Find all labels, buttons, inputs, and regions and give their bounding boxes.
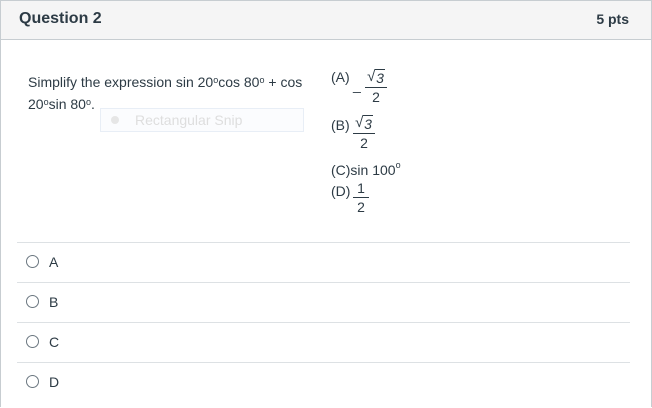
snip-label: Rectangular Snip (135, 112, 243, 128)
question-points: 5 pts (596, 11, 629, 27)
degree-mark: o (85, 97, 91, 107)
choice-a-numerator: √ 3 (365, 68, 387, 88)
question-card: Question 2 5 pts Simplify the expression… (0, 0, 652, 407)
answer-label[interactable]: B (49, 294, 58, 310)
answer-option-d[interactable]: D (17, 362, 630, 402)
choice-a-fraction: √ 3 2 (365, 68, 387, 106)
choice-d-numerator: 1 (353, 179, 369, 198)
question-header: Question 2 5 pts (1, 1, 651, 40)
choice-c-label: (C)sin 100 (331, 162, 396, 178)
choice-b-label: (B) (331, 117, 350, 133)
answer-label[interactable]: A (49, 254, 58, 270)
answer-label[interactable]: C (49, 334, 59, 350)
choice-d-label: (D) (331, 183, 351, 199)
radio-button[interactable] (26, 255, 39, 268)
radio-button[interactable] (26, 375, 39, 388)
answer-option-a[interactable]: A (17, 242, 630, 282)
prompt-text-4: 20 (28, 96, 44, 112)
prompt-text-5: sin 80 (48, 96, 86, 112)
answer-label[interactable]: D (49, 374, 59, 390)
choice-b: (B) (331, 117, 350, 133)
radicand: 3 (363, 115, 373, 132)
choice-b-numerator: √ 3 (353, 114, 375, 134)
sqrt-symbol: √ 3 (355, 114, 373, 132)
answer-option-c[interactable]: C (17, 322, 630, 362)
prompt-text-3: + cos (264, 74, 303, 90)
radio-dot-icon (111, 116, 119, 124)
radio-button[interactable] (26, 335, 39, 348)
prompt-text-1: Simplify the expression sin 20 (28, 74, 214, 90)
choice-d-denominator: 2 (357, 199, 365, 215)
degree-mark: o (395, 160, 401, 170)
choice-a: (A) (331, 69, 350, 85)
sqrt-symbol: √ 3 (367, 68, 385, 86)
choice-b-denominator: 2 (360, 135, 368, 151)
snip-tool-overlay[interactable]: Rectangular Snip (100, 108, 304, 132)
radicand: 3 (375, 69, 385, 86)
choice-b-fraction: √ 3 2 (353, 114, 375, 152)
radio-button[interactable] (26, 295, 39, 308)
degree-mark: o (43, 97, 49, 107)
choice-a-label: (A) (331, 69, 350, 85)
answer-option-b[interactable]: B (17, 282, 630, 322)
question-title: Question 2 (19, 10, 102, 27)
choice-a-denominator: 2 (372, 89, 380, 105)
answer-list: A B C D (17, 242, 630, 402)
choice-a-sign: _ (353, 77, 361, 93)
choice-c: (C)sin 100o (331, 160, 401, 178)
choice-d: (D) (331, 183, 350, 199)
prompt-text-2: cos 80 (218, 74, 260, 90)
degree-mark: o (259, 75, 265, 85)
choice-d-fraction: 1 2 (353, 179, 369, 216)
degree-mark: o (213, 75, 219, 85)
prompt-text-6: . (90, 96, 95, 112)
